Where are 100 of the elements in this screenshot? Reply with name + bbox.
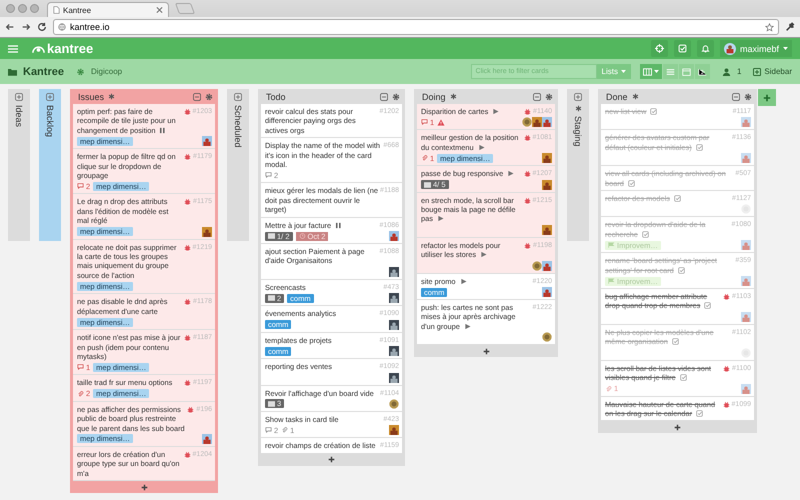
flag-icon <box>608 242 615 248</box>
list-icon <box>666 68 675 76</box>
expand-icon[interactable] <box>234 93 242 101</box>
reload-icon[interactable] <box>37 22 47 32</box>
gear-icon <box>76 68 85 76</box>
avatar-icon <box>542 224 552 235</box>
list-title: Done <box>606 92 628 102</box>
notifications-button[interactable] <box>696 40 714 57</box>
wrench-icon[interactable] <box>785 22 795 32</box>
flag-icon <box>608 278 615 284</box>
avatar-icon <box>202 226 212 237</box>
avatar-icon <box>389 293 399 304</box>
list-title: Scheduled <box>233 105 243 148</box>
list-title: Ideas <box>14 105 24 128</box>
plus-icon <box>753 68 762 76</box>
list-title: Staging <box>573 116 583 147</box>
add-list-button[interactable] <box>758 89 776 106</box>
avatar-icon <box>202 136 212 146</box>
board-view-button[interactable] <box>640 64 662 79</box>
plus-icon <box>140 484 148 491</box>
paperclip-icon <box>77 390 84 397</box>
list-title: Todo <box>266 92 286 102</box>
browser-tab[interactable]: Kantree <box>47 2 169 17</box>
expand-icon[interactable] <box>46 93 54 101</box>
avatar-icon <box>389 320 399 330</box>
avatar-icon <box>389 346 399 356</box>
comment-icon <box>421 119 428 126</box>
back-icon[interactable] <box>5 22 15 32</box>
collapse-icon[interactable] <box>193 92 201 100</box>
avatar-icon <box>389 425 399 436</box>
address-bar[interactable]: kantree.io <box>53 19 779 35</box>
avatar-icon <box>389 398 399 409</box>
avatar-icon <box>542 260 552 271</box>
avatar-icon <box>389 266 399 277</box>
organization-link[interactable]: Digicoop <box>90 67 122 76</box>
user-icon <box>722 68 731 76</box>
caret-icon <box>783 47 788 50</box>
target-icon <box>654 44 664 53</box>
collapse-icon[interactable] <box>380 92 388 100</box>
gantt-view-button[interactable] <box>694 64 710 79</box>
comment-icon <box>265 427 272 434</box>
tasks-button[interactable] <box>674 40 691 57</box>
forward-icon[interactable] <box>21 22 31 32</box>
avatar-icon <box>202 434 212 444</box>
comment-icon <box>265 172 272 178</box>
close-icon[interactable] <box>156 6 163 14</box>
menu-icon[interactable] <box>8 44 18 52</box>
avatar-icon <box>741 348 751 358</box>
paperclip-icon <box>421 155 428 162</box>
caret-icon <box>654 70 659 73</box>
settings-icon[interactable] <box>205 92 213 100</box>
settings-icon[interactable] <box>392 92 400 100</box>
folder-icon <box>8 68 17 76</box>
plus-icon <box>482 348 490 355</box>
chart-icon <box>698 68 707 76</box>
expand-icon[interactable] <box>15 93 23 101</box>
avatar-icon <box>532 260 542 271</box>
paperclip-icon <box>281 427 288 434</box>
settings-icon[interactable] <box>545 92 553 100</box>
avatar-icon <box>741 240 751 250</box>
page-icon <box>53 6 60 14</box>
avatar-icon <box>542 180 552 190</box>
collapse-icon[interactable] <box>533 92 541 100</box>
target-button[interactable] <box>650 40 668 57</box>
board-title[interactable]: Kantree <box>23 66 64 78</box>
list-title: Backlog <box>45 105 55 138</box>
list-title: Doing <box>422 92 446 102</box>
collapse-icon[interactable] <box>732 92 740 100</box>
collapsed-list[interactable]: Staging <box>567 89 589 241</box>
avatar-icon <box>741 312 751 322</box>
sidebar-button[interactable]: Sidebar <box>753 67 792 76</box>
expand-icon[interactable] <box>574 93 582 101</box>
avatar-icon <box>542 287 552 298</box>
avatar-icon <box>542 153 552 164</box>
caret-icon <box>620 70 626 73</box>
paperclip-icon <box>605 386 612 392</box>
avatar-icon <box>741 153 751 164</box>
avatar-icon <box>741 384 751 394</box>
columns-icon <box>642 68 652 76</box>
bell-icon <box>700 44 710 53</box>
avatar-icon <box>532 117 542 128</box>
comment-icon <box>77 364 84 370</box>
collapsed-list[interactable]: Backlog <box>39 89 61 241</box>
settings-icon[interactable] <box>744 92 752 100</box>
warning-icon <box>437 118 446 126</box>
avatar-icon <box>542 117 552 128</box>
avatar-icon <box>389 372 399 382</box>
collapsed-list[interactable]: Scheduled <box>227 89 249 241</box>
avatar-icon <box>389 231 399 242</box>
star-icon[interactable] <box>765 22 774 32</box>
avatar-icon <box>741 117 751 128</box>
avatar-icon <box>522 117 532 128</box>
plus-icon <box>328 456 335 464</box>
member-count: 1 <box>736 67 742 76</box>
plus-icon <box>763 94 771 102</box>
comment-icon <box>77 183 84 190</box>
collapsed-list[interactable]: Ideas <box>8 89 30 241</box>
globe-icon <box>58 23 66 31</box>
logo-icon <box>32 44 45 54</box>
calendar-icon <box>682 68 691 76</box>
